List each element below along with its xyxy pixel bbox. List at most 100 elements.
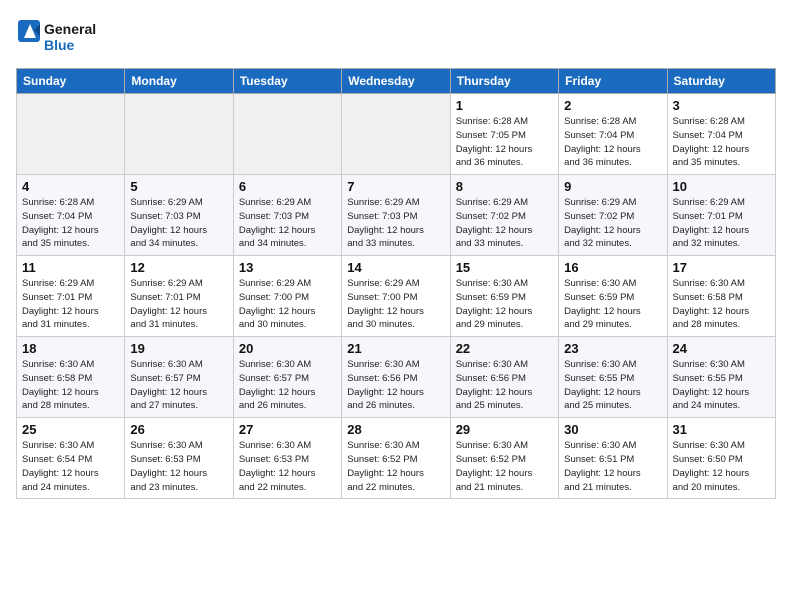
day-info: Sunrise: 6:30 AMSunset: 6:57 PMDaylight:… (239, 358, 336, 413)
day-number: 11 (22, 260, 119, 275)
calendar-cell (342, 94, 450, 175)
calendar-cell: 25 Sunrise: 6:30 AMSunset: 6:54 PMDayligh… (17, 418, 125, 499)
day-number: 10 (673, 179, 770, 194)
day-number: 7 (347, 179, 444, 194)
calendar-cell: 13 Sunrise: 6:29 AMSunset: 7:00 PMDayligh… (233, 256, 341, 337)
day-info: Sunrise: 6:30 AMSunset: 6:57 PMDaylight:… (130, 358, 227, 413)
calendar-cell: 2 Sunrise: 6:28 AMSunset: 7:04 PMDaylight… (559, 94, 667, 175)
day-info: Sunrise: 6:30 AMSunset: 6:50 PMDaylight:… (673, 439, 770, 494)
day-info: Sunrise: 6:30 AMSunset: 6:53 PMDaylight:… (239, 439, 336, 494)
day-info: Sunrise: 6:29 AMSunset: 7:00 PMDaylight:… (239, 277, 336, 332)
calendar-cell: 3 Sunrise: 6:28 AMSunset: 7:04 PMDaylight… (667, 94, 775, 175)
calendar-cell: 31 Sunrise: 6:30 AMSunset: 6:50 PMDayligh… (667, 418, 775, 499)
calendar-cell: 23Sunrise: 6:30 AMSunset: 6:55 PMDayligh… (559, 337, 667, 418)
day-number: 25 (22, 422, 119, 437)
calendar-table: SundayMondayTuesdayWednesdayThursdayFrid… (16, 68, 776, 499)
day-number: 3 (673, 98, 770, 113)
day-number: 5 (130, 179, 227, 194)
weekday-header-thursday: Thursday (450, 69, 558, 94)
day-info: Sunrise: 6:28 AMSunset: 7:04 PMDaylight:… (673, 115, 770, 170)
day-number: 24 (673, 341, 770, 356)
day-info: Sunrise: 6:30 AMSunset: 6:58 PMDaylight:… (22, 358, 119, 413)
day-number: 26 (130, 422, 227, 437)
calendar-cell (233, 94, 341, 175)
calendar-cell: 16Sunrise: 6:30 AMSunset: 6:59 PMDayligh… (559, 256, 667, 337)
calendar-cell: 20Sunrise: 6:30 AMSunset: 6:57 PMDayligh… (233, 337, 341, 418)
svg-text:General: General (44, 21, 96, 37)
day-number: 13 (239, 260, 336, 275)
calendar-cell: 12Sunrise: 6:29 AMSunset: 7:01 PMDayligh… (125, 256, 233, 337)
calendar-cell: 5 Sunrise: 6:29 AMSunset: 7:03 PMDaylight… (125, 175, 233, 256)
day-number: 6 (239, 179, 336, 194)
day-info: Sunrise: 6:29 AMSunset: 7:03 PMDaylight:… (239, 196, 336, 251)
calendar-week-1: 1 Sunrise: 6:28 AMSunset: 7:05 PMDaylight… (17, 94, 776, 175)
logo-svg: General Blue (16, 16, 106, 60)
calendar-cell (125, 94, 233, 175)
day-info: Sunrise: 6:30 AMSunset: 6:55 PMDaylight:… (673, 358, 770, 413)
calendar-cell: 17 Sunrise: 6:30 AMSunset: 6:58 PMDayligh… (667, 256, 775, 337)
day-info: Sunrise: 6:28 AMSunset: 7:04 PMDaylight:… (564, 115, 661, 170)
day-number: 9 (564, 179, 661, 194)
day-info: Sunrise: 6:28 AMSunset: 7:05 PMDaylight:… (456, 115, 553, 170)
day-number: 28 (347, 422, 444, 437)
calendar-cell: 6 Sunrise: 6:29 AMSunset: 7:03 PMDaylight… (233, 175, 341, 256)
day-number: 1 (456, 98, 553, 113)
calendar-week-5: 25 Sunrise: 6:30 AMSunset: 6:54 PMDayligh… (17, 418, 776, 499)
calendar-week-4: 18 Sunrise: 6:30 AMSunset: 6:58 PMDayligh… (17, 337, 776, 418)
day-info: Sunrise: 6:30 AMSunset: 6:53 PMDaylight:… (130, 439, 227, 494)
day-info: Sunrise: 6:29 AMSunset: 7:02 PMDaylight:… (456, 196, 553, 251)
day-info: Sunrise: 6:30 AMSunset: 6:52 PMDaylight:… (456, 439, 553, 494)
day-number: 22 (456, 341, 553, 356)
calendar-cell: 30 Sunrise: 6:30 AMSunset: 6:51 PMDayligh… (559, 418, 667, 499)
svg-text:Blue: Blue (44, 37, 75, 53)
day-info: Sunrise: 6:30 AMSunset: 6:56 PMDaylight:… (347, 358, 444, 413)
day-info: Sunrise: 6:30 AMSunset: 6:58 PMDaylight:… (673, 277, 770, 332)
day-info: Sunrise: 6:29 AMSunset: 7:03 PMDaylight:… (130, 196, 227, 251)
day-number: 15 (456, 260, 553, 275)
day-number: 12 (130, 260, 227, 275)
calendar-cell: 7Sunrise: 6:29 AMSunset: 7:03 PMDaylight… (342, 175, 450, 256)
calendar-cell: 19Sunrise: 6:30 AMSunset: 6:57 PMDayligh… (125, 337, 233, 418)
day-info: Sunrise: 6:28 AMSunset: 7:04 PMDaylight:… (22, 196, 119, 251)
day-info: Sunrise: 6:30 AMSunset: 6:59 PMDaylight:… (456, 277, 553, 332)
day-number: 8 (456, 179, 553, 194)
day-info: Sunrise: 6:29 AMSunset: 7:00 PMDaylight:… (347, 277, 444, 332)
weekday-header-sunday: Sunday (17, 69, 125, 94)
calendar-cell: 29Sunrise: 6:30 AMSunset: 6:52 PMDayligh… (450, 418, 558, 499)
day-number: 30 (564, 422, 661, 437)
calendar-cell: 9 Sunrise: 6:29 AMSunset: 7:02 PMDaylight… (559, 175, 667, 256)
weekday-header-saturday: Saturday (667, 69, 775, 94)
day-number: 14 (347, 260, 444, 275)
day-number: 18 (22, 341, 119, 356)
calendar-cell: 8 Sunrise: 6:29 AMSunset: 7:02 PMDaylight… (450, 175, 558, 256)
day-info: Sunrise: 6:30 AMSunset: 6:52 PMDaylight:… (347, 439, 444, 494)
day-number: 23 (564, 341, 661, 356)
calendar-week-2: 4 Sunrise: 6:28 AMSunset: 7:04 PMDaylight… (17, 175, 776, 256)
day-number: 17 (673, 260, 770, 275)
day-info: Sunrise: 6:29 AMSunset: 7:01 PMDaylight:… (673, 196, 770, 251)
calendar-cell: 21 Sunrise: 6:30 AMSunset: 6:56 PMDayligh… (342, 337, 450, 418)
calendar-cell: 15 Sunrise: 6:30 AMSunset: 6:59 PMDayligh… (450, 256, 558, 337)
day-number: 2 (564, 98, 661, 113)
day-info: Sunrise: 6:30 AMSunset: 6:51 PMDaylight:… (564, 439, 661, 494)
calendar-cell: 28 Sunrise: 6:30 AMSunset: 6:52 PMDayligh… (342, 418, 450, 499)
day-info: Sunrise: 6:30 AMSunset: 6:59 PMDaylight:… (564, 277, 661, 332)
calendar-cell: 4 Sunrise: 6:28 AMSunset: 7:04 PMDaylight… (17, 175, 125, 256)
weekday-header-wednesday: Wednesday (342, 69, 450, 94)
calendar-cell: 10 Sunrise: 6:29 AMSunset: 7:01 PMDayligh… (667, 175, 775, 256)
day-info: Sunrise: 6:29 AMSunset: 7:02 PMDaylight:… (564, 196, 661, 251)
calendar-cell: 18 Sunrise: 6:30 AMSunset: 6:58 PMDayligh… (17, 337, 125, 418)
day-info: Sunrise: 6:29 AMSunset: 7:01 PMDaylight:… (22, 277, 119, 332)
day-info: Sunrise: 6:30 AMSunset: 6:54 PMDaylight:… (22, 439, 119, 494)
calendar-cell: 27 Sunrise: 6:30 AMSunset: 6:53 PMDayligh… (233, 418, 341, 499)
calendar-cell (17, 94, 125, 175)
day-number: 21 (347, 341, 444, 356)
calendar-cell: 26 Sunrise: 6:30 AMSunset: 6:53 PMDayligh… (125, 418, 233, 499)
day-number: 4 (22, 179, 119, 194)
day-number: 31 (673, 422, 770, 437)
calendar-cell: 1 Sunrise: 6:28 AMSunset: 7:05 PMDaylight… (450, 94, 558, 175)
day-number: 27 (239, 422, 336, 437)
weekday-header-tuesday: Tuesday (233, 69, 341, 94)
calendar-week-3: 11 Sunrise: 6:29 AMSunset: 7:01 PMDayligh… (17, 256, 776, 337)
logo: General Blue (16, 16, 106, 60)
